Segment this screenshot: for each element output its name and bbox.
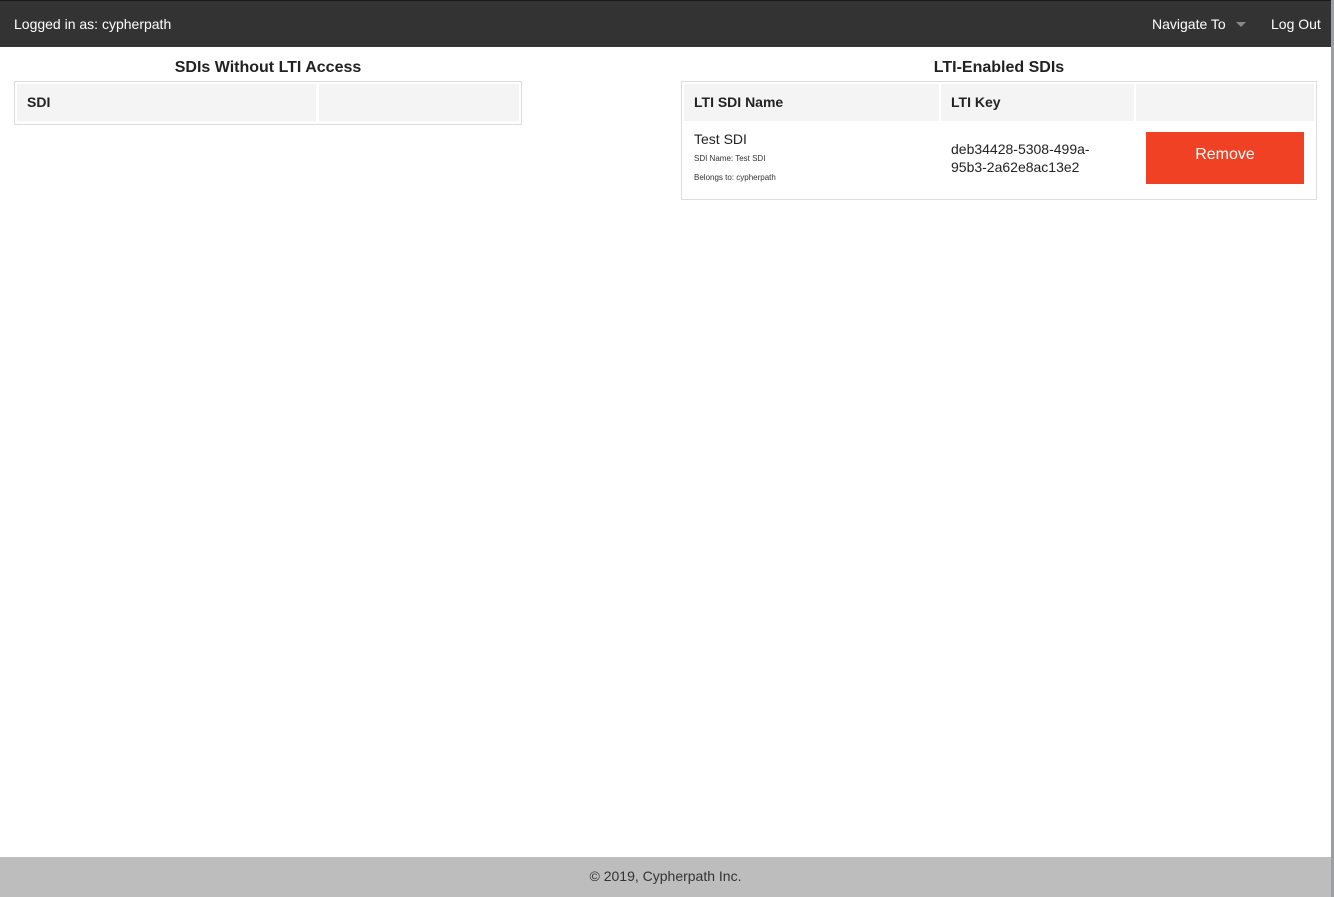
- sdi-name-detail: SDI Name: Test SDI: [694, 154, 766, 163]
- chevron-down-icon: [1235, 21, 1246, 27]
- remove-button[interactable]: Remove: [1146, 132, 1304, 184]
- sdis-without-lti-table: SDI: [14, 81, 522, 125]
- column-header-sdi: SDI: [17, 84, 316, 121]
- column-header-lti-key: LTI Key: [941, 84, 1134, 121]
- footer: © 2019, Cypherpath Inc.: [0, 857, 1331, 897]
- lti-sdi-name: Test SDI: [694, 131, 747, 147]
- belongs-to-detail: Belongs to: cypherpath: [694, 173, 776, 182]
- column-header-actions: [1136, 84, 1314, 121]
- lti-key-line-2: 95b3-2a62e8ac13e2: [951, 159, 1080, 175]
- column-header-actions: [319, 84, 519, 121]
- navigate-to-dropdown[interactable]: Navigate To: [1152, 16, 1246, 32]
- logout-link[interactable]: Log Out: [1271, 16, 1321, 32]
- copyright-text: © 2019, Cypherpath Inc.: [589, 868, 742, 884]
- left-panel-title: SDIs Without LTI Access: [174, 59, 362, 76]
- column-header-lti-sdi-name: LTI SDI Name: [684, 84, 939, 121]
- right-panel-title: LTI-Enabled SDIs: [933, 59, 1065, 76]
- top-navbar: Logged in as: cypherpath Navigate To Log…: [0, 0, 1334, 47]
- logged-in-user-label: Logged in as: cypherpath: [14, 16, 172, 32]
- lti-key-line-1: deb34428-5308-499a-: [951, 141, 1090, 157]
- navigate-to-label: Navigate To: [1152, 16, 1226, 32]
